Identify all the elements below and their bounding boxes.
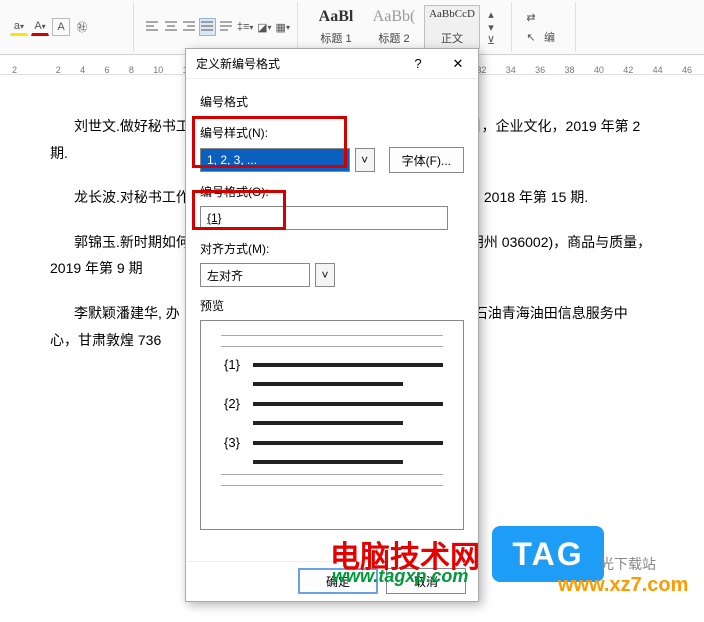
borders-icon[interactable]: ▦▾ xyxy=(275,18,291,36)
editing-label: 编 xyxy=(544,29,555,45)
dialog-title: 定义新编号格式 xyxy=(196,55,280,72)
close-button[interactable]: ✕ xyxy=(438,56,478,72)
line-spacing-icon[interactable]: ‡≡▾ xyxy=(236,18,254,36)
align-dropdown[interactable]: ˅ xyxy=(315,263,335,287)
number-format-value: {1} xyxy=(207,211,222,225)
enclose-char-icon[interactable]: ㊓ xyxy=(73,18,91,36)
section-number-format: 编号格式 xyxy=(200,93,464,110)
char-shading-icon[interactable]: A xyxy=(52,18,70,36)
select-icon[interactable]: ↖ xyxy=(522,28,540,46)
align-distribute-icon[interactable] xyxy=(218,18,234,36)
paragraph-group: ‡≡▾ ◪▾ ▦▾ xyxy=(138,2,298,52)
align-combo[interactable]: 左对齐 xyxy=(200,263,310,287)
define-number-format-dialog: 定义新编号格式 ? ✕ 编号格式 编号样式(N): 1, 2, 3, ... ˅… xyxy=(185,48,479,602)
pv-num: {3} xyxy=(221,435,243,450)
label-number-style: 编号样式(N): xyxy=(200,124,464,141)
pv-num: {1} xyxy=(221,357,243,372)
number-style-combo[interactable]: 1, 2, 3, ... xyxy=(200,148,350,172)
shading-icon[interactable]: ◪▾ xyxy=(256,18,272,36)
watermark-url: www.tagxp.com xyxy=(332,566,468,587)
ribbon: a▾ A▾ A ㊓ ‡≡▾ ◪▾ ▦▾ xyxy=(0,0,704,55)
number-style-value: 1, 2, 3, ... xyxy=(207,153,257,167)
number-style-dropdown[interactable]: ˅ xyxy=(355,148,375,172)
replace-icon[interactable]: ⇄ xyxy=(522,8,540,26)
chevron-down-icon: ˅ xyxy=(361,153,368,167)
align-justify-icon[interactable] xyxy=(199,18,215,36)
style-up-icon[interactable]: ▴ xyxy=(482,8,500,20)
watermark-site: www.xz7.com xyxy=(558,574,688,597)
chevron-down-icon: ˅ xyxy=(321,268,328,282)
styles-group: AaBl 标题 1 AaBb( 标题 2 AaBbCcD 正文 ▴ ▾ ⊻ xyxy=(302,2,512,52)
style-heading2[interactable]: AaBb( 标题 2 xyxy=(366,5,422,49)
preview-box: {1} {2} {3} xyxy=(200,320,464,530)
label-align: 对齐方式(M): xyxy=(200,240,464,257)
align-value: 左对齐 xyxy=(207,267,243,284)
align-center-icon[interactable] xyxy=(162,18,178,36)
align-right-icon[interactable] xyxy=(181,18,197,36)
label-number-format: 编号格式(O): xyxy=(200,183,464,200)
font-button[interactable]: 字体(F)... xyxy=(389,147,464,173)
label-preview: 预览 xyxy=(200,297,464,314)
help-button[interactable]: ? xyxy=(398,56,438,71)
style-down-icon[interactable]: ▾ xyxy=(482,21,500,33)
dialog-titlebar: 定义新编号格式 ? ✕ xyxy=(186,49,478,79)
style-normal[interactable]: AaBbCcD 正文 xyxy=(424,5,480,49)
watermark-logo-text: 光下载站 xyxy=(600,554,656,574)
style-more-icon[interactable]: ⊻ xyxy=(482,34,500,46)
number-format-input[interactable]: {1} xyxy=(200,206,448,230)
font-color-icon[interactable]: A▾ xyxy=(31,18,49,36)
highlight-icon[interactable]: a▾ xyxy=(10,18,28,36)
style-heading1[interactable]: AaBl 标题 1 xyxy=(308,5,364,49)
editing-group: ⇄ ↖ 编 xyxy=(516,2,576,52)
font-group: a▾ A▾ A ㊓ xyxy=(4,2,134,52)
align-left-icon[interactable] xyxy=(144,18,160,36)
pv-num: {2} xyxy=(221,396,243,411)
